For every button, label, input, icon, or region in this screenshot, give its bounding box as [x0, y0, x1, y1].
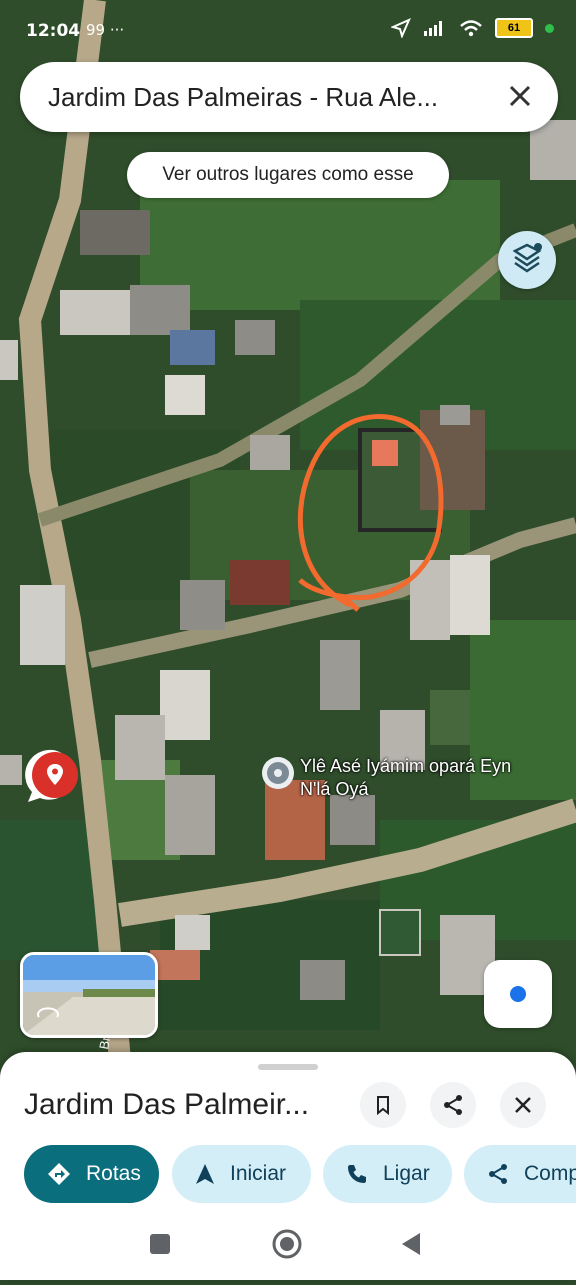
close-sheet-button[interactable]	[500, 1082, 546, 1128]
phone-icon	[348, 1165, 366, 1183]
start-label: Iniciar	[230, 1162, 287, 1185]
share-icon	[444, 1095, 462, 1115]
recent-apps-icon[interactable]	[150, 1234, 170, 1254]
poi-pin-icon	[262, 757, 294, 789]
layers-icon	[512, 243, 542, 273]
place-title: Jardim Das Palmeir...	[24, 1088, 310, 1121]
nav-buttons	[150, 1229, 420, 1259]
call-button[interactable]: Ligar	[323, 1145, 452, 1203]
status-icons: 61	[391, 18, 554, 38]
action-buttons: Rotas Iniciar Ligar Comp	[24, 1145, 576, 1205]
active-dot	[545, 23, 554, 33]
close-icon[interactable]	[504, 80, 536, 112]
status-bar: 12:04 99 ··· 61	[0, 0, 576, 60]
poi-label[interactable]: Ylê Asé Iyámim opará Eyn N'lá Oyá	[300, 755, 540, 801]
my-location-icon	[510, 986, 526, 1002]
share-icon	[489, 1164, 507, 1184]
back-icon[interactable]	[402, 1233, 420, 1255]
save-button[interactable]	[360, 1082, 406, 1128]
call-label: Ligar	[383, 1162, 430, 1185]
poi-marker[interactable]: Ylê Asé Iyámim opará Eyn N'lá Oyá	[260, 755, 511, 800]
share-action-button[interactable]: Comp	[464, 1145, 576, 1203]
location-arrow-icon	[391, 18, 411, 38]
signal-icon	[424, 21, 442, 36]
directions-icon	[48, 1163, 70, 1185]
search-bar[interactable]: Jardim Das Palmeiras - Rua Ale...	[20, 62, 558, 132]
see-similar-places-chip[interactable]: Ver outros lugares como esse	[127, 152, 449, 198]
layers-button[interactable]	[498, 231, 556, 289]
navigation-arrow-icon	[196, 1164, 214, 1184]
share-button[interactable]	[430, 1082, 476, 1128]
map-pin-icon	[25, 749, 78, 802]
wifi-icon	[460, 20, 482, 37]
bookmark-icon	[377, 1096, 389, 1116]
battery-icon: 61	[495, 18, 533, 38]
place-pin[interactable]	[24, 748, 82, 806]
status-extra: 99 ···	[86, 21, 125, 39]
street-view-image	[23, 955, 155, 1035]
my-location-button[interactable]	[484, 960, 552, 1028]
directions-button[interactable]: Rotas	[24, 1145, 159, 1203]
share-label: Comp	[524, 1162, 576, 1185]
start-button[interactable]: Iniciar	[172, 1145, 311, 1203]
directions-label: Rotas	[86, 1162, 141, 1185]
drag-handle[interactable]	[258, 1064, 318, 1070]
clock: 12:04	[26, 21, 81, 41]
street-view-thumbnail[interactable]	[20, 952, 158, 1038]
search-text[interactable]: Jardim Das Palmeiras - Rua Ale...	[48, 82, 478, 113]
close-icon	[515, 1097, 531, 1113]
system-nav-bar	[0, 1216, 576, 1280]
